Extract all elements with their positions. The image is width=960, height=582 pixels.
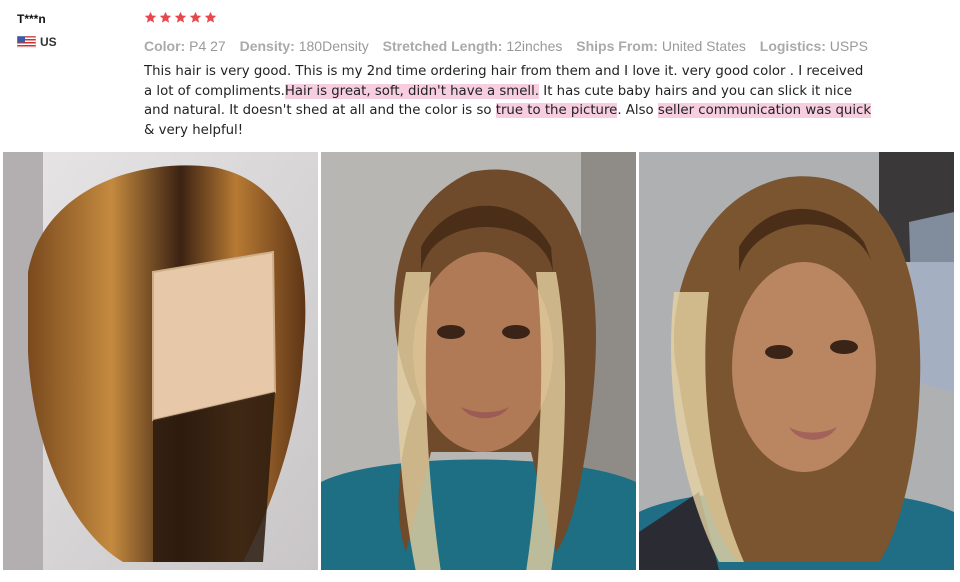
customer-angled-photo[interactable]: [639, 152, 954, 570]
attr-key-logistics: Logistics:: [759, 38, 826, 54]
wig-on-mannequin-photo[interactable]: [3, 152, 318, 570]
star-icon: [144, 11, 157, 23]
reviewer-info: T***n US: [17, 10, 127, 49]
review-content: Color: P4 27 Density: 180Density Stretch…: [144, 8, 944, 140]
attr-key-color: Color:: [144, 38, 186, 54]
attr-key-length: Stretched Length:: [382, 38, 503, 54]
attr-key-ships-from: Ships From:: [576, 38, 658, 54]
review-highlight: Hair is great, soft, didn't have a smell…: [284, 83, 540, 99]
attr-key-density: Density:: [239, 38, 295, 54]
attr-value-length: 12inches: [506, 38, 563, 54]
attr-value-ships-from: United States: [661, 38, 746, 54]
review-segment: . Also: [617, 103, 658, 118]
reviewer-name: T***n: [17, 12, 46, 26]
us-flag-icon: [17, 36, 36, 48]
star-icon: [189, 11, 202, 23]
attr-value-color: P4 27: [189, 38, 226, 54]
reviewer-country: US: [17, 35, 127, 49]
review-text: This hair is very good. This is my 2nd t…: [144, 62, 872, 140]
product-attributes: Color: P4 27 Density: 180Density Stretch…: [144, 37, 944, 55]
customer-front-photo[interactable]: [321, 152, 636, 570]
star-icon: [174, 11, 187, 23]
country-code: US: [40, 35, 57, 49]
star-icon: [159, 11, 172, 23]
star-rating: [144, 8, 944, 26]
review-highlight: true to the picture: [495, 103, 618, 118]
review-segment: & very helpful!: [144, 122, 244, 138]
attr-value-density: 180Density: [298, 38, 369, 54]
attr-value-logistics: USPS: [829, 38, 868, 54]
review-highlight: seller communication was quick: [657, 103, 872, 118]
star-icon: [204, 11, 217, 23]
review-photos: [3, 152, 954, 570]
